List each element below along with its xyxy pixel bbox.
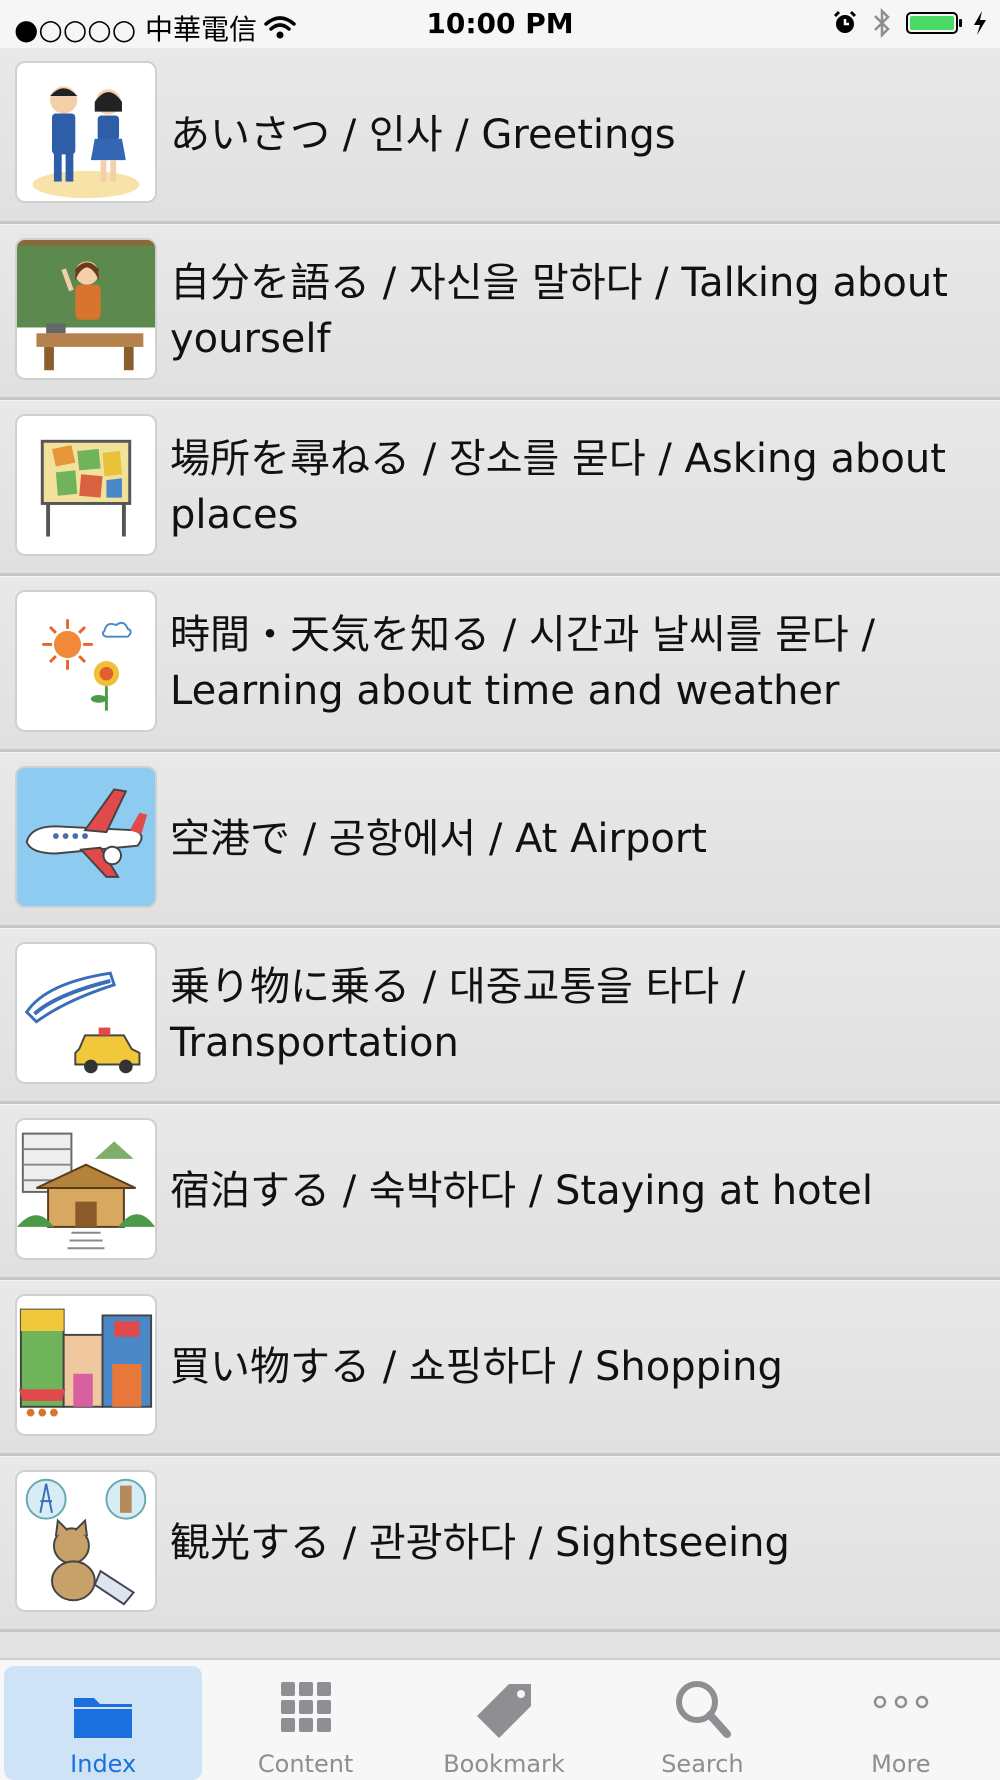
grid-icon <box>280 1682 331 1732</box>
teacher-picture <box>15 238 157 380</box>
list-item[interactable]: あいさつ / 인사 / Greetings <box>0 48 1000 224</box>
shops-picture <box>15 1294 157 1436</box>
list-item[interactable]: 乗り物に乗る / 대중교통을 타다 / Transportation <box>0 928 1000 1104</box>
tab-label: Search <box>661 1750 744 1778</box>
list-item[interactable]: 観光する / 관광하다 / Sightseeing <box>0 1456 1000 1632</box>
list-item[interactable]: 時間・天気を知る / 시간과 날씨를 묻다 / Learning about t… <box>0 576 1000 752</box>
tab-bookmark[interactable]: Bookmark <box>405 1660 603 1780</box>
status-bar: ●○○○○ 中華電信 10:00 PM <box>0 0 1000 48</box>
airplane-picture <box>15 766 157 908</box>
list-item-label: あいさつ / 인사 / Greetings <box>170 111 676 158</box>
tab-content[interactable]: Content <box>206 1660 404 1780</box>
greetings-picture <box>15 61 157 203</box>
tab-bar: Index Content Bookmark Search More <box>0 1658 1000 1780</box>
battery-icon <box>906 12 962 34</box>
list-item-label: 空港で / 공항에서 / At Airport <box>170 816 707 862</box>
list-item-label: 自分を語る / 자신을 말하다 / Talking about yourself <box>170 260 948 362</box>
tab-label: Bookmark <box>443 1750 565 1778</box>
list-item-label: 宿泊する / 숙박하다 / Staying at hotel <box>170 1168 873 1214</box>
cat-travel-picture <box>15 1470 157 1612</box>
tab-more[interactable]: More <box>802 1660 1000 1780</box>
list-item[interactable]: 買い物する / 쇼핑하다 / Shopping <box>0 1280 1000 1456</box>
list-item[interactable]: 宿泊する / 숙박하다 / Staying at hotel <box>0 1104 1000 1280</box>
alarm-icon <box>833 10 857 33</box>
tag-icon <box>477 1684 532 1738</box>
list-item-label: 観光する / 관광하다 / Sightseeing <box>170 1520 790 1566</box>
more-icon <box>873 1695 929 1709</box>
tab-label: More <box>871 1750 931 1778</box>
list-item-label: 時間・天気を知る / 시간과 날씨를 묻다 / Learning about t… <box>170 612 875 714</box>
list-item-label: 買い物する / 쇼핑하다 / Shopping <box>170 1344 783 1390</box>
map-board-picture <box>15 414 157 556</box>
bluetooth-icon <box>874 8 890 38</box>
tab-label: Index <box>70 1750 137 1778</box>
train-taxi-picture <box>15 942 157 1084</box>
topic-list: あいさつ / 인사 / Greetings 自分を語る / 자신을 말하다 / … <box>0 48 1000 1632</box>
search-icon <box>676 1681 732 1738</box>
folder-icon <box>74 1698 133 1738</box>
hotel-picture <box>15 1118 157 1260</box>
tab-label: Content <box>257 1750 354 1778</box>
tab-index[interactable]: Index <box>4 1666 203 1780</box>
charging-bolt-icon <box>974 11 986 35</box>
list-item-label: 乗り物に乗る / 대중교통을 타다 / Transportation <box>170 964 746 1066</box>
sun-flower-picture <box>15 590 157 732</box>
list-item[interactable]: 場所を尋ねる / 장소를 묻다 / Asking about places <box>0 400 1000 576</box>
list-item[interactable]: 空港で / 공항에서 / At Airport <box>0 752 1000 928</box>
list-item[interactable]: 自分を語る / 자신을 말하다 / Talking about yourself <box>0 224 1000 400</box>
list-item-label: 場所を尋ねる / 장소를 묻다 / Asking about places <box>170 436 946 538</box>
tab-search[interactable]: Search <box>603 1660 801 1780</box>
